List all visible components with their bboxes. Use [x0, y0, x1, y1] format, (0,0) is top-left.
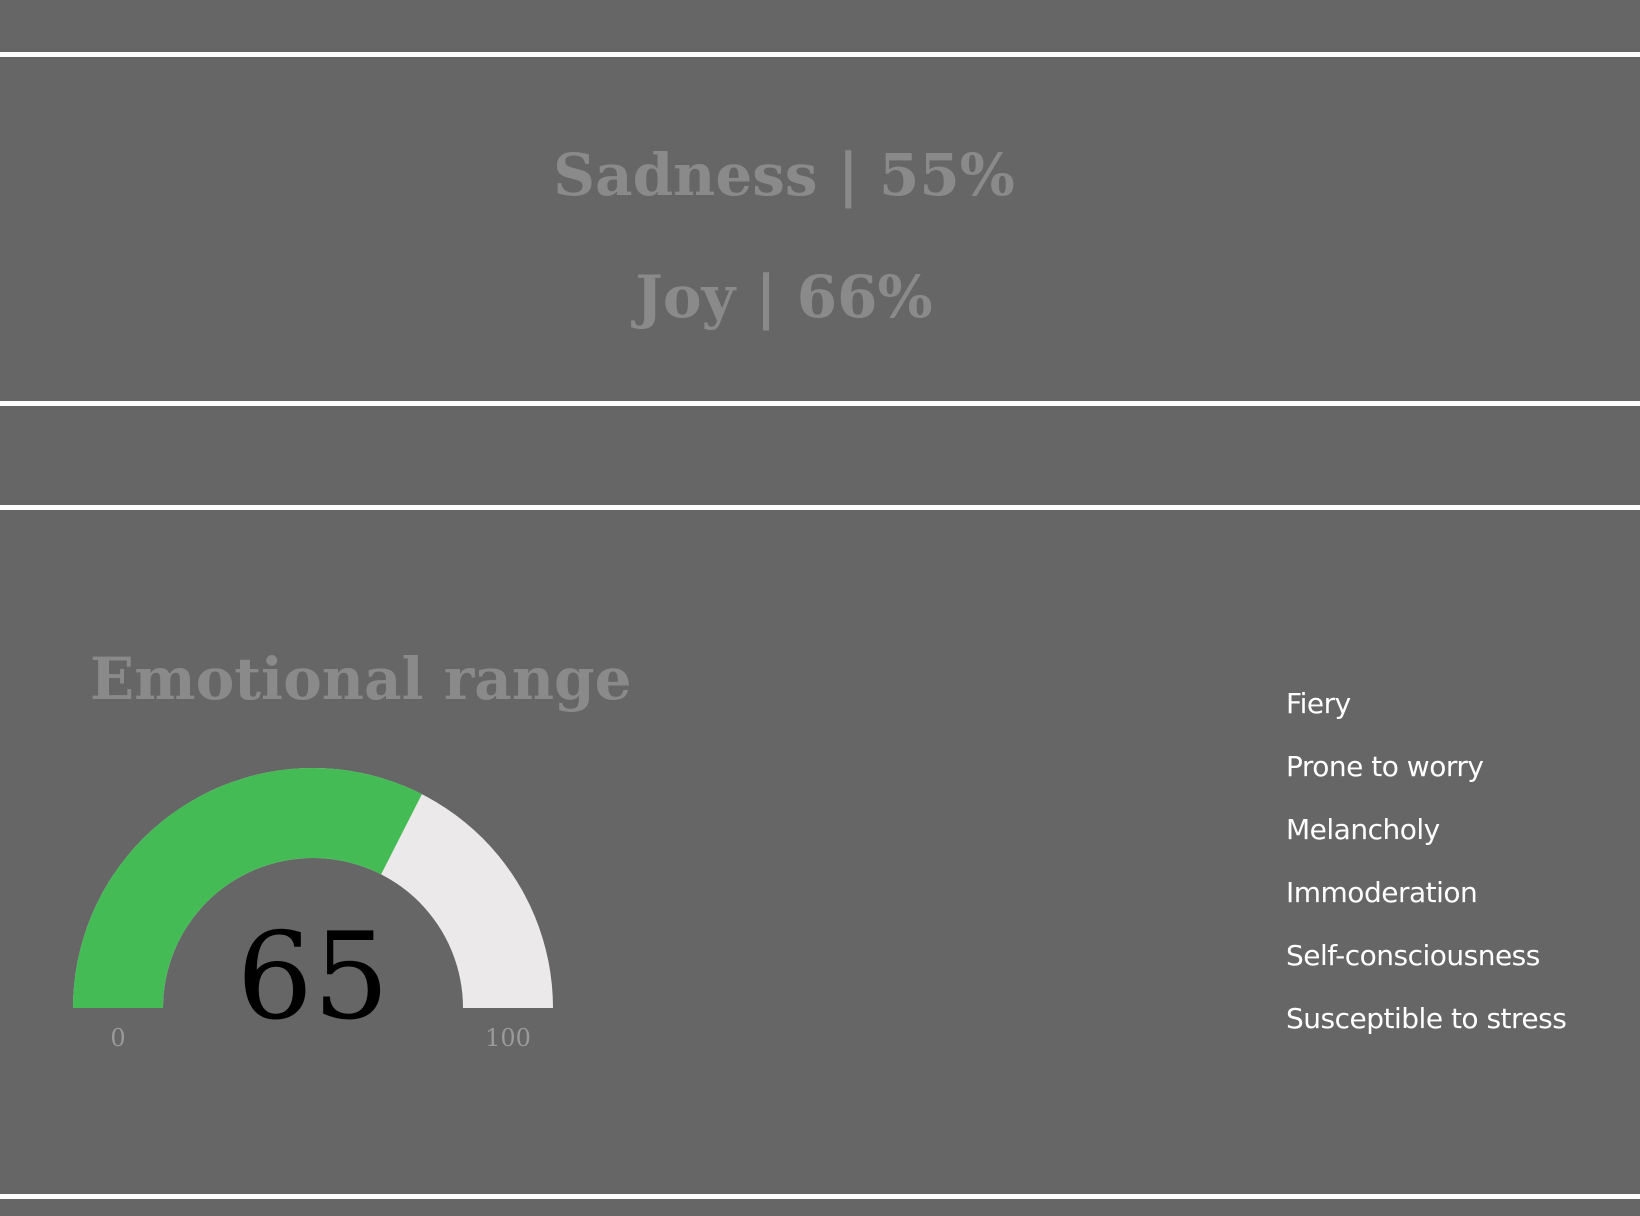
emotional-range-gauge: 65 0 100 — [73, 768, 553, 1052]
emotion-joy-stat: Joy | 66% — [635, 263, 933, 331]
emotion-sadness-stat: Sadness | 55% — [553, 141, 1015, 209]
trait-item: Fiery — [1286, 687, 1351, 720]
trait-item: Immoderation — [1286, 876, 1478, 909]
gauge-min-label: 0 — [110, 1024, 125, 1052]
emotional-range-title: Emotional range — [90, 645, 632, 713]
gauge-value-label: 65 — [237, 908, 390, 1047]
divider-gauge-top — [0, 505, 1640, 510]
divider-bottom — [0, 1194, 1640, 1199]
divider-emotions-bottom — [0, 401, 1640, 406]
trait-item: Self-consciousness — [1286, 939, 1540, 972]
trait-item: Prone to worry — [1286, 750, 1484, 783]
trait-item: Melancholy — [1286, 813, 1440, 846]
divider-top — [0, 52, 1640, 57]
trait-list: Fiery Prone to worry Melancholy Immodera… — [1286, 672, 1567, 1050]
trait-item: Susceptible to stress — [1286, 1002, 1567, 1035]
gauge-max-label: 100 — [485, 1024, 531, 1052]
